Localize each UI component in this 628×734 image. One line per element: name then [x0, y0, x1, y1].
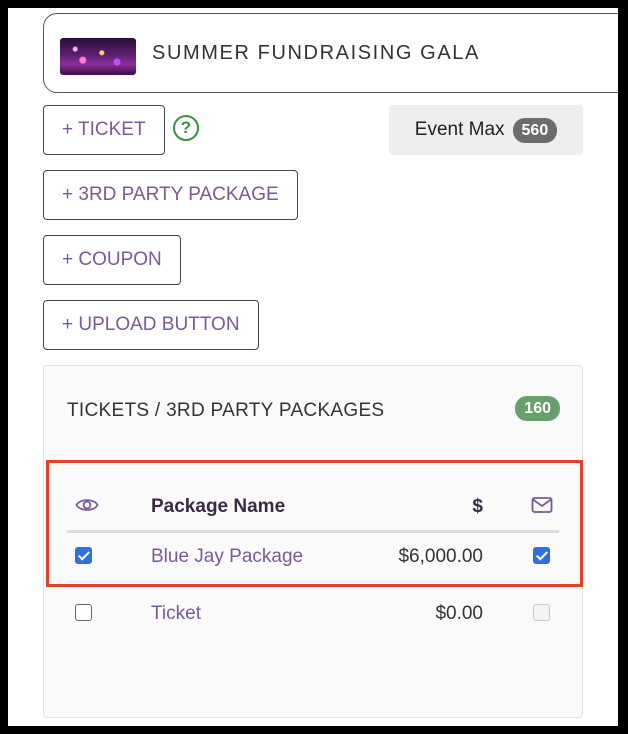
panel-count-badge: 160 [515, 396, 560, 421]
upload-button[interactable]: + UPLOAD BUTTON [43, 300, 259, 350]
column-header-package-name: Package Name [151, 496, 286, 517]
add-coupon-button[interactable]: + COUPON [43, 235, 181, 285]
event-max-count: 560 [512, 117, 558, 143]
email-checkbox [532, 603, 550, 621]
add-ticket-button[interactable]: + TICKET [43, 105, 165, 155]
table-header-row: Package Name $ [67, 484, 559, 533]
package-price: $6,000.00 [398, 546, 483, 567]
package-name-link[interactable]: Ticket [151, 603, 201, 624]
package-name-link[interactable]: Blue Jay Package [151, 546, 303, 567]
package-price: $0.00 [435, 603, 483, 624]
table-row: Blue Jay Package $6,000.00 [67, 533, 559, 582]
event-max-badge: Event Max 560 [389, 105, 583, 155]
email-checkbox[interactable] [532, 546, 550, 564]
visibility-checkbox[interactable] [75, 546, 92, 564]
event-title: SUMMER FUNDRAISING GALA [152, 42, 480, 64]
mail-icon [531, 484, 553, 530]
add-3rd-party-package-button[interactable]: + 3RD PARTY PACKAGE [43, 170, 298, 220]
event-header-card[interactable]: SUMMER FUNDRAISING GALA [43, 13, 618, 93]
panel-title: TICKETS / 3RD PARTY PACKAGES [67, 400, 385, 421]
visibility-checkbox[interactable] [75, 603, 92, 621]
packages-table: Package Name $ Blue Jay Package $6,000.0… [67, 484, 559, 650]
eye-icon [75, 484, 99, 530]
page: SUMMER FUNDRAISING GALA + TICKET ? Event… [8, 8, 618, 726]
event-max-label: Event Max [414, 119, 505, 140]
column-header-price: $ [472, 496, 483, 517]
help-icon[interactable]: ? [173, 115, 199, 141]
event-thumbnail-image [60, 38, 136, 75]
table-row: Ticket $0.00 [67, 582, 559, 650]
